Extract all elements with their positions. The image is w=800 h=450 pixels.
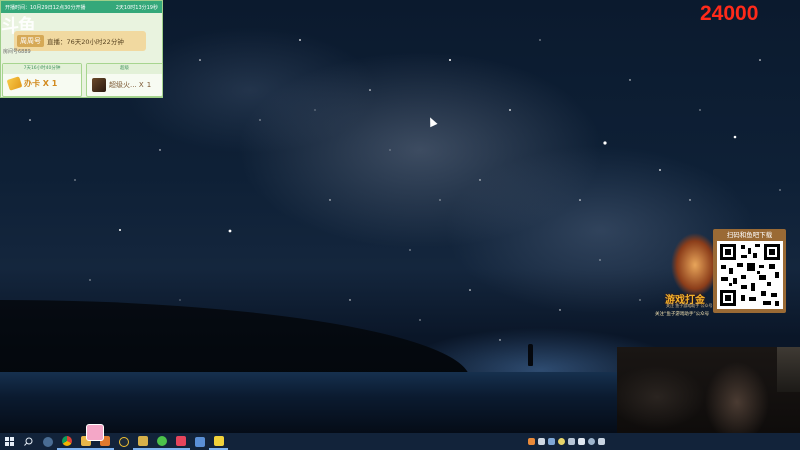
tray-keyboard-icon[interactable]: [568, 438, 575, 445]
card-box-title: 7天16小时40分钟: [3, 64, 81, 74]
steam-icon: [42, 436, 53, 447]
start-button[interactable]: [0, 433, 19, 450]
card-icon: [6, 76, 23, 91]
stream-info-widget: 开播时间：10月29日12点30分开播 2天10时13分19秒 斗鱼 周周号 直…: [0, 0, 163, 98]
gifter-avatar: [92, 78, 106, 92]
network-icon: [194, 436, 205, 447]
qr-caption: 扫码和鱼吧下载: [726, 231, 773, 239]
game-icon: [137, 435, 148, 446]
qr-panel: 扫码和鱼吧下载: [713, 229, 786, 313]
taskbar: [0, 433, 800, 450]
donation-counter: 24000: [700, 2, 759, 25]
windows-logo-icon: [5, 437, 14, 446]
qq-music-app-button[interactable]: [114, 433, 133, 450]
super-gift-box: 超级 超级火... X 1: [86, 63, 163, 97]
gift-box-label: 超级火... X: [109, 81, 144, 89]
streamer-card: 周周号 直播：76天20小时22分钟: [14, 31, 146, 51]
stream-start-time: 开播时间：10月29日12点30分开播: [5, 4, 86, 11]
card-box-label: 办卡 X 1: [24, 79, 58, 88]
game-client-app-button[interactable]: [133, 433, 152, 450]
network-app-button[interactable]: [190, 433, 209, 450]
tray-app-icon[interactable]: [528, 438, 535, 445]
music-icon: [118, 436, 129, 447]
promo-footer: 关注“鱼子游戏助手”公众号: [655, 312, 710, 317]
gift-box-title: 超级: [87, 64, 162, 74]
wechat-icon: [156, 435, 167, 446]
room-id: 房间号6889: [3, 49, 31, 55]
chrome-app-button[interactable]: [57, 433, 76, 450]
tray-chat-icon[interactable]: [548, 438, 555, 445]
system-tray: [528, 433, 605, 450]
tray-volume-icon[interactable]: [578, 438, 585, 445]
person-silhouette: [528, 344, 533, 366]
steam-app-button[interactable]: [38, 433, 57, 450]
wechat-app-button[interactable]: [152, 433, 171, 450]
search-button[interactable]: [19, 433, 38, 450]
qr-code-icon: [717, 241, 783, 309]
stream-duration: 2天10时13分19秒: [115, 4, 158, 11]
floating-pet-widget[interactable]: [86, 424, 104, 441]
chrome-icon: [61, 435, 72, 446]
tray-square-icon[interactable]: [538, 438, 545, 445]
streamer-duration-text: 直播：76天20小时22分钟: [47, 38, 124, 46]
webcam-window-light: [777, 347, 800, 392]
tray-settings-icon[interactable]: [588, 438, 595, 445]
gift-box-count: 1: [146, 81, 152, 89]
streamer-name-badge: 周周号: [17, 35, 44, 47]
promo-subtitle: 关注 鱼子游戏助手 公众号: [666, 303, 713, 308]
tray-moon-icon[interactable]: [558, 438, 565, 445]
notes-icon: [213, 435, 224, 446]
tray-monitor-icon[interactable]: [598, 438, 605, 445]
search-icon: [24, 437, 33, 446]
card-gift-box: 7天16小时40分钟 办卡 X 1: [2, 63, 82, 97]
notes-app-button[interactable]: [209, 433, 228, 450]
qq-app-button[interactable]: [171, 433, 190, 450]
qq-icon: [175, 435, 186, 446]
